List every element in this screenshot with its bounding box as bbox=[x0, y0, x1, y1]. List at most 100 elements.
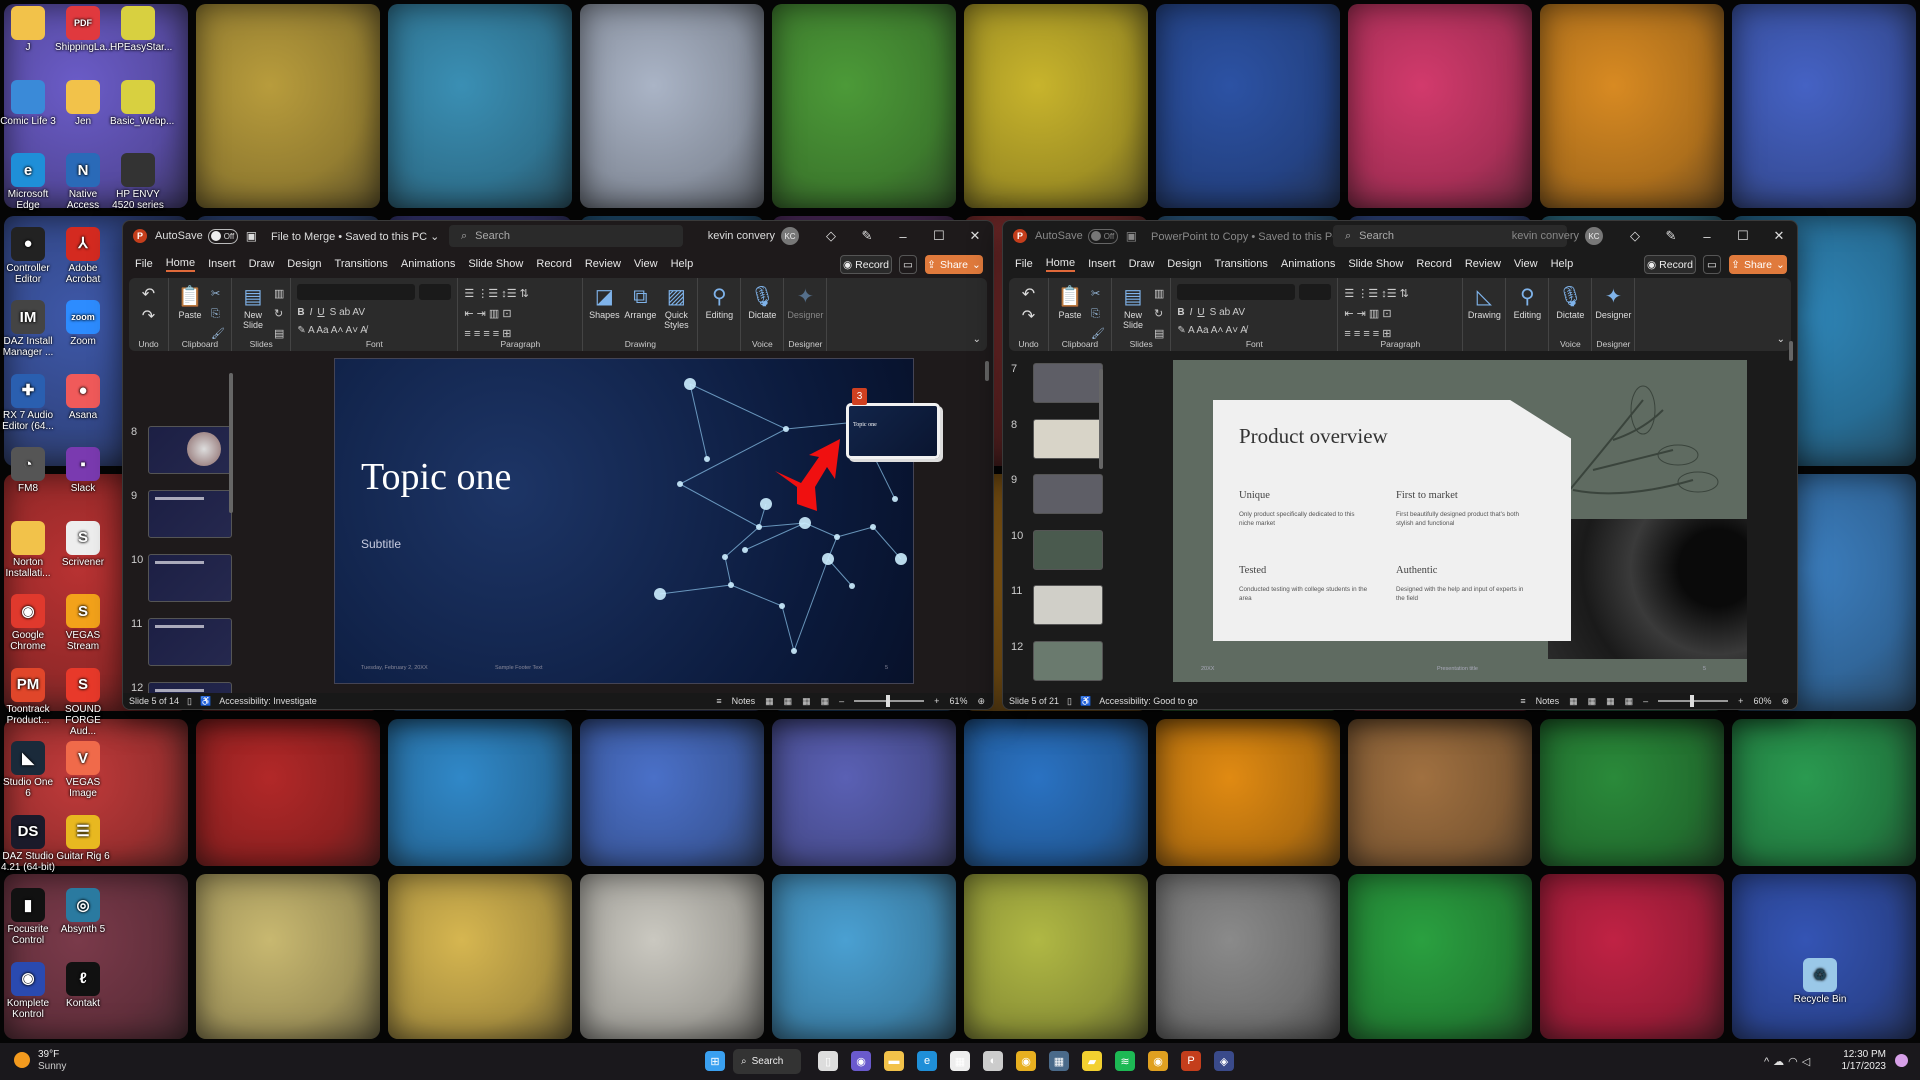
font-format-buttons[interactable]: B I U S ab AV bbox=[297, 307, 451, 318]
tab-slide-show[interactable]: Slide Show bbox=[468, 258, 523, 270]
search-box[interactable]: ⌕ Search bbox=[449, 225, 683, 247]
slide-counter[interactable]: Slide 5 of 21 bbox=[1009, 696, 1059, 706]
zoom-in-button[interactable]: + bbox=[934, 696, 939, 706]
font-size-dropdown[interactable] bbox=[419, 284, 452, 300]
item-text[interactable]: Designed with the help and input of expe… bbox=[1396, 585, 1526, 603]
teams-icon[interactable]: ◉ bbox=[851, 1051, 871, 1071]
taskbar-search[interactable]: ⌕ Search bbox=[733, 1049, 801, 1074]
item-text[interactable]: First beautifully designed product that'… bbox=[1396, 510, 1526, 528]
tab-draw[interactable]: Draw bbox=[1129, 258, 1155, 270]
thumbnail-scrollbar[interactable] bbox=[229, 373, 233, 513]
accessibility-icon[interactable]: ♿ bbox=[1080, 696, 1091, 707]
system-tray[interactable]: ^☁◠◁ bbox=[1764, 1055, 1814, 1068]
slide-scrollbar[interactable] bbox=[1789, 341, 1793, 361]
zoom-out-button[interactable]: – bbox=[839, 696, 844, 706]
normal-view-icon[interactable]: ▦ bbox=[765, 696, 774, 707]
undo-button[interactable]: ↶ ↷ bbox=[1022, 284, 1035, 328]
tab-view[interactable]: View bbox=[634, 258, 658, 270]
desktop-icon[interactable]: V VEGAS Image bbox=[55, 741, 111, 799]
zoom-slider[interactable] bbox=[854, 695, 925, 707]
desktop-icon[interactable]: ▮ Focusrite Control bbox=[0, 888, 56, 946]
tab-help[interactable]: Help bbox=[671, 258, 694, 270]
reading-view-icon[interactable]: ▦ bbox=[1606, 696, 1615, 707]
zoom-level[interactable]: 60% bbox=[1753, 696, 1771, 706]
desktop-icon[interactable]: J bbox=[0, 6, 56, 53]
paragraph-controls[interactable]: ☰ ⋮☰ ↕☰ ⇅ ⇤ ⇥ ▥ ⊡ ≡ ≡ ≡ ≡ ⊞ bbox=[464, 284, 576, 344]
close-button[interactable]: ✕ bbox=[957, 228, 993, 244]
notes-icon[interactable]: ≡ bbox=[1520, 696, 1525, 706]
chrome-icon[interactable]: ◉ bbox=[1016, 1051, 1036, 1071]
desktop-icon[interactable]: ◉ Google Chrome bbox=[0, 594, 56, 652]
tab-design[interactable]: Design bbox=[1167, 258, 1201, 270]
powerpoint-window-powerpoint-to-copy[interactable]: P AutoSave Off ▣ PowerPoint to Copy • Saved … bbox=[1002, 220, 1798, 710]
desktop-icon[interactable]: ☰ Guitar Rig 6 bbox=[55, 814, 111, 862]
desktop-icon[interactable]: ✚ RX 7 Audio Editor (64... bbox=[0, 373, 56, 432]
accessibility-status[interactable]: Accessibility: Good to go bbox=[1099, 696, 1198, 706]
comments-button[interactable]: ▭ bbox=[1703, 255, 1721, 274]
desktop-icon[interactable]: ◔ FM8 bbox=[0, 447, 56, 494]
tab-animations[interactable]: Animations bbox=[401, 258, 455, 270]
powerpoint-window-file-to-merge[interactable]: P AutoSave Off ▣ File to Merge • Saved to th… bbox=[122, 220, 994, 710]
desktop-icon[interactable]: HPEasyStar... bbox=[110, 6, 172, 53]
tab-file[interactable]: File bbox=[1015, 258, 1033, 270]
item-heading[interactable]: Tested bbox=[1239, 565, 1266, 576]
desktop-icon[interactable]: Jen bbox=[55, 79, 111, 127]
desktop-icon[interactable]: S Scrivener bbox=[55, 520, 111, 568]
minimize-button[interactable]: – bbox=[885, 229, 921, 244]
user-name[interactable]: kevin convery bbox=[1512, 230, 1579, 242]
tab-file[interactable]: File bbox=[135, 258, 153, 270]
slide-counter[interactable]: Slide 5 of 14 bbox=[129, 696, 179, 706]
desktop-icon[interactable]: N Native Access bbox=[55, 153, 111, 211]
desktop-icon[interactable]: S SOUND FORGE Aud... bbox=[55, 667, 111, 737]
desktop-icon[interactable]: e Microsoft Edge bbox=[0, 153, 56, 211]
tab-review[interactable]: Review bbox=[585, 258, 621, 270]
maximize-button[interactable]: ☐ bbox=[921, 228, 957, 244]
share-button[interactable]: ⇪ Share ⌄ bbox=[1729, 255, 1787, 274]
tab-animations[interactable]: Animations bbox=[1281, 258, 1335, 270]
desktop-icon[interactable]: Basic_Webp... bbox=[110, 79, 174, 127]
desktop-icon[interactable]: Norton Installati... bbox=[0, 520, 56, 579]
slide-canvas[interactable]: Topic one Subtitle Tuesday, February 2, 20… bbox=[334, 358, 914, 684]
tab-record[interactable]: Record bbox=[536, 258, 571, 270]
close-button[interactable]: ✕ bbox=[1761, 228, 1797, 244]
arrange-button[interactable]: ⧉ Arrange bbox=[624, 284, 656, 320]
notes-button[interactable]: Notes bbox=[732, 696, 756, 706]
document-title[interactable]: PowerPoint to Copy • Saved to this PC ⌄ bbox=[1151, 230, 1352, 243]
slideshow-icon[interactable]: ▦ bbox=[821, 696, 830, 707]
record-button[interactable]: ◉ Record bbox=[840, 255, 892, 274]
font-name-dropdown[interactable] bbox=[297, 284, 416, 300]
slide-thumbnail[interactable] bbox=[148, 554, 232, 602]
designer-button[interactable]: ✦ Designer bbox=[1595, 284, 1631, 320]
save-icon[interactable]: ▣ bbox=[1126, 229, 1137, 243]
slide-sorter-icon[interactable]: ▦ bbox=[784, 696, 793, 707]
font-size-dropdown[interactable] bbox=[1299, 284, 1332, 300]
desktop-icon[interactable]: zoom Zoom bbox=[55, 300, 111, 347]
slide-canvas[interactable]: Product overview Unique Only product speci… bbox=[1173, 360, 1747, 682]
desktop-icon[interactable]: ⅄ Adobe Acrobat bbox=[55, 226, 111, 285]
record-button[interactable]: ◉ Record bbox=[1644, 255, 1696, 274]
tab-transitions[interactable]: Transitions bbox=[335, 258, 388, 270]
desktop-icon[interactable]: ◉ Komplete Kontrol bbox=[0, 961, 56, 1020]
item-text[interactable]: Conducted testing with college students … bbox=[1239, 585, 1369, 603]
desktop-icon[interactable]: PDF ShippingLa... bbox=[55, 6, 113, 53]
slide-thumbnail[interactable] bbox=[1033, 418, 1103, 459]
autosave-toggle[interactable]: Off bbox=[1087, 228, 1118, 244]
desktop-icon[interactable]: PM Toontrack Product... bbox=[0, 667, 56, 726]
user-name[interactable]: kevin convery bbox=[708, 230, 775, 242]
item-heading[interactable]: Authentic bbox=[1396, 565, 1437, 576]
alienware-icon[interactable]: ◐ bbox=[983, 1051, 1003, 1071]
tab-help[interactable]: Help bbox=[1551, 258, 1574, 270]
slideshow-icon[interactable]: ▦ bbox=[1625, 696, 1634, 707]
slide-thumbnail[interactable] bbox=[1033, 640, 1103, 681]
notification-icon[interactable] bbox=[1895, 1054, 1908, 1067]
clipboard-small-buttons[interactable]: ✂ ⎘ 🖌 bbox=[211, 284, 225, 344]
fit-to-window-icon[interactable]: ⊕ bbox=[1781, 696, 1789, 707]
spelling-icon[interactable]: ▯ bbox=[1067, 696, 1072, 707]
tab-review[interactable]: Review bbox=[1465, 258, 1501, 270]
tab-insert[interactable]: Insert bbox=[1088, 258, 1116, 270]
paste-button[interactable]: 📋 Paste bbox=[175, 284, 205, 320]
slide-title[interactable]: Topic one bbox=[361, 455, 511, 499]
clipboard-small-buttons[interactable]: ✂ ⎘ 🖌 bbox=[1091, 284, 1105, 344]
tab-home[interactable]: Home bbox=[165, 257, 196, 272]
slide-sorter-icon[interactable]: ▦ bbox=[1588, 696, 1597, 707]
